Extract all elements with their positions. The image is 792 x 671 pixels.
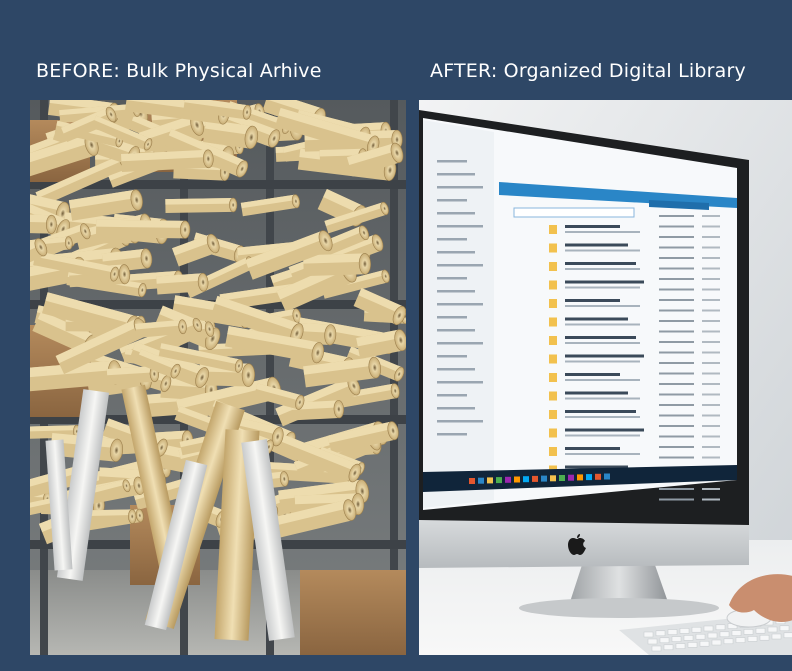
after-title: AFTER: Organized Digital Library [430, 60, 746, 82]
archive-shelves-illustration [30, 100, 406, 655]
after-photo-digital-library [419, 100, 792, 655]
before-photo-physical-archive [30, 100, 406, 655]
computer-illustration [419, 100, 792, 655]
before-title: BEFORE: Bulk Physical Arhive [36, 60, 322, 82]
screen-file-browser [423, 118, 737, 510]
